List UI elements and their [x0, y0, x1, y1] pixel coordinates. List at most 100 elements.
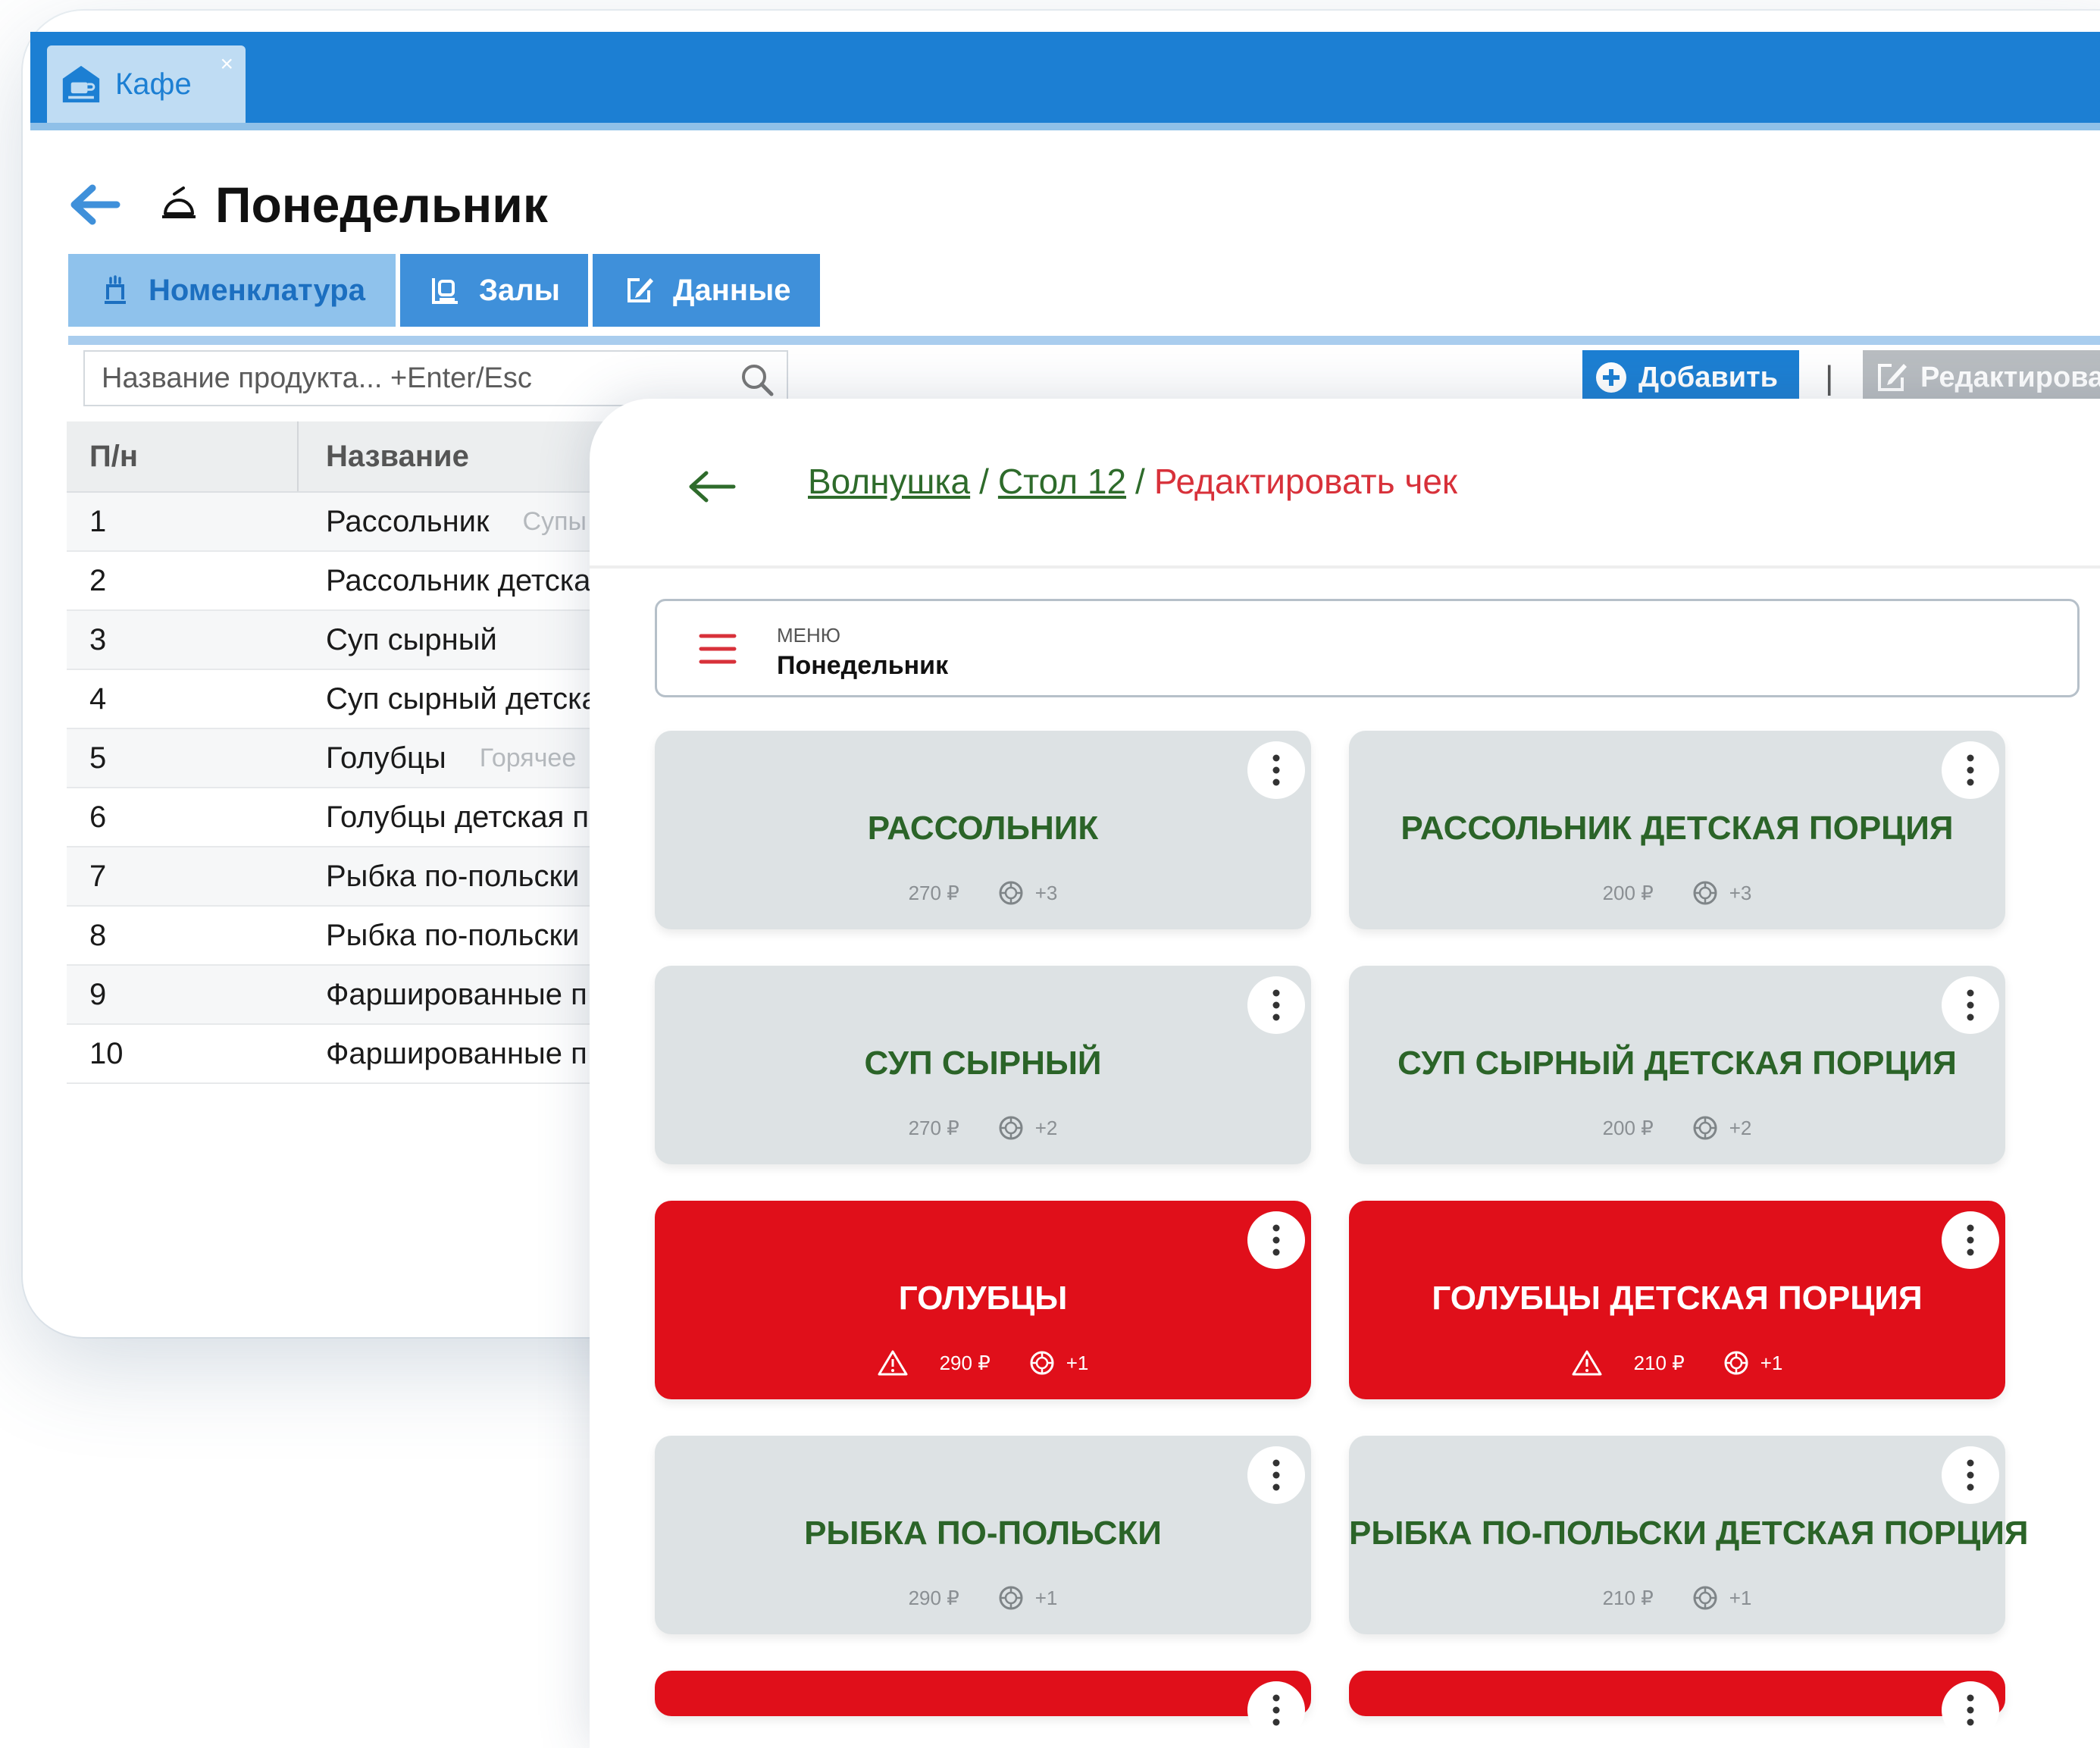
dish-extras-count: +2 [1034, 1116, 1058, 1139]
search-icon[interactable] [738, 361, 776, 399]
edit-icon [1878, 364, 1907, 391]
column-header-name[interactable]: Название [299, 440, 469, 474]
row-number: 2 [89, 563, 107, 597]
edit-data-icon [627, 278, 653, 302]
plus-circle-icon [1596, 362, 1626, 393]
row-name: Суп сырный детска [326, 681, 599, 716]
table-row[interactable]: 6 Голубцы детская п [67, 788, 627, 847]
search-input[interactable] [100, 361, 709, 396]
row-number: 8 [89, 918, 107, 952]
dish-card[interactable]: СУП СЫРНЫЙ 270 ₽ +2 [655, 966, 1311, 1164]
app-bar: Кафе × [30, 32, 2100, 130]
more-options-icon[interactable] [1942, 976, 1999, 1034]
nomenclature-icon [105, 275, 126, 304]
dish-price: 200 ₽ [1602, 881, 1654, 904]
more-options-icon[interactable] [1942, 1446, 1999, 1504]
edit-button[interactable]: Редактирова [1863, 350, 2100, 405]
dish-name: РЫБКА ПО-ПОЛЬСКИ [804, 1515, 1162, 1552]
menu-selector[interactable]: МЕНЮ Понедельник [655, 599, 2080, 697]
modifiers-icon [1693, 1116, 1717, 1140]
dish-price: 200 ₽ [1602, 1116, 1654, 1139]
dish-card-partial[interactable] [1349, 1671, 2005, 1739]
dish-card[interactable]: РЫБКА ПО-ПОЛЬСКИ ДЕТСКАЯ ПОРЦИЯ 210 ₽ +1 [1349, 1436, 2028, 1634]
more-options-icon[interactable] [1942, 741, 1999, 799]
table-row[interactable]: 4 Суп сырный детска [67, 670, 627, 729]
table-row[interactable]: 8 Рыбка по-польски , [67, 907, 627, 966]
table-row[interactable]: 9 Фаршированные п [67, 966, 627, 1025]
dish-price: 210 ₽ [1633, 1351, 1685, 1374]
row-category: Горячее [479, 743, 577, 772]
nomenclature-table: П/н Название 1 Рассольник Супы 2 Рассольник … [67, 421, 627, 1084]
dish-card-partial[interactable] [655, 1671, 1311, 1739]
tab-halls-label: Залы [479, 273, 560, 307]
dish-meta: 290 ₽ +1 [655, 1349, 1311, 1377]
dish-card[interactable]: РАССОЛЬНИК 270 ₽ +3 [655, 731, 1311, 929]
more-options-icon[interactable] [1247, 741, 1305, 799]
dish-card[interactable]: РАССОЛЬНИК ДЕТСКАЯ ПОРЦИЯ 200 ₽ +3 [1349, 731, 2005, 929]
dish-price: 270 ₽ [908, 1116, 959, 1139]
modifiers-icon [1693, 881, 1717, 905]
more-options-icon[interactable] [1247, 976, 1305, 1034]
tab-nomenclature-label: Номенклатура [149, 273, 365, 307]
dish-meta: 200 ₽ +3 [1349, 879, 2005, 907]
warning-icon [1572, 1350, 1602, 1376]
modifiers-icon [999, 881, 1023, 905]
product-search[interactable] [83, 350, 788, 406]
row-name: Рассольник детска [326, 563, 591, 597]
dish-card[interactable]: РЫБКА ПО-ПОЛЬСКИ 290 ₽ +1 [655, 1436, 1311, 1634]
table-row[interactable]: 7 Рыбка по-польски [67, 847, 627, 907]
more-options-icon[interactable] [1247, 1446, 1305, 1504]
app-tab-label: Кафе [115, 67, 192, 101]
breadcrumb-separator: / [1135, 462, 1145, 501]
back-arrow-icon[interactable] [688, 470, 737, 503]
dish-card[interactable]: ГОЛУБЦЫ ДЕТСКАЯ ПОРЦИЯ 210 ₽ +1 [1349, 1201, 2005, 1399]
table-row[interactable]: 3 Суп сырный [67, 611, 627, 670]
app-tab-close-icon[interactable]: × [220, 52, 233, 77]
app-tab-cafe[interactable]: Кафе × [47, 45, 246, 123]
more-options-icon[interactable] [1247, 1211, 1305, 1269]
row-number: 9 [89, 977, 107, 1011]
dish-price: 290 ₽ [939, 1351, 991, 1374]
page-title: Понедельник [215, 177, 548, 233]
dish-card[interactable]: ГОЛУБЦЫ 290 ₽ +1 [655, 1201, 1311, 1399]
row-name: Голубцы [326, 741, 446, 775]
dish-extras-count: +3 [1729, 881, 1752, 904]
table-row[interactable]: 5 Голубцы Горячее [67, 729, 627, 788]
dish-card[interactable]: СУП СЫРНЫЙ ДЕТСКАЯ ПОРЦИЯ 200 ₽ +2 [1349, 966, 2005, 1164]
menu-selector-label: МЕНЮ [777, 624, 841, 647]
modifiers-icon [1030, 1351, 1054, 1375]
breadcrumb-table-link[interactable]: Стол 12 [998, 462, 1126, 501]
add-button-label: Добавить [1638, 361, 1779, 393]
modifiers-icon [1693, 1586, 1717, 1610]
toolbar-separator: | [1825, 359, 1834, 396]
row-name: Рыбка по-польски [326, 859, 580, 893]
row-number: 3 [89, 622, 107, 656]
more-options-icon[interactable] [1942, 1681, 1999, 1739]
halls-icon [432, 278, 458, 304]
dish-extras-count: +1 [1729, 1586, 1752, 1609]
back-arrow-icon[interactable] [68, 182, 121, 227]
more-options-icon[interactable] [1247, 1681, 1305, 1739]
breadcrumb-cafe-link[interactable]: Волнушка [808, 462, 970, 501]
receipt-editor-panel: Волнушка / Стол 12/Редактировать чек МЕНЮ … [590, 399, 2100, 1748]
breadcrumb: Волнушка / Стол 12/Редактировать чек [808, 461, 1457, 502]
tab-data[interactable]: Данные [593, 254, 820, 327]
add-button[interactable]: Добавить [1582, 350, 1799, 405]
table-row[interactable]: 10 Фаршированные п [67, 1025, 627, 1084]
modifiers-icon [999, 1116, 1023, 1140]
table-row[interactable]: 1 Рассольник Супы [67, 493, 627, 552]
dish-extras-count: +1 [1034, 1586, 1058, 1609]
tab-data-label: Данные [673, 273, 791, 307]
row-number: 5 [89, 741, 107, 775]
table-row[interactable]: 2 Рассольник детска [67, 552, 627, 611]
cloche-icon [162, 186, 196, 218]
dish-name: РАССОЛЬНИК [867, 810, 1099, 847]
dish-extras-count: +2 [1729, 1116, 1752, 1139]
dish-name: ГОЛУБЦЫ [898, 1280, 1068, 1317]
tab-nomenclature[interactable]: Номенклатура [68, 254, 396, 327]
tab-halls[interactable]: Залы [400, 254, 588, 327]
row-name: Рыбка по-польски , [326, 918, 596, 952]
more-options-icon[interactable] [1942, 1211, 1999, 1269]
column-header-number[interactable]: П/н [67, 421, 299, 491]
hamburger-menu-icon[interactable] [698, 631, 737, 666]
